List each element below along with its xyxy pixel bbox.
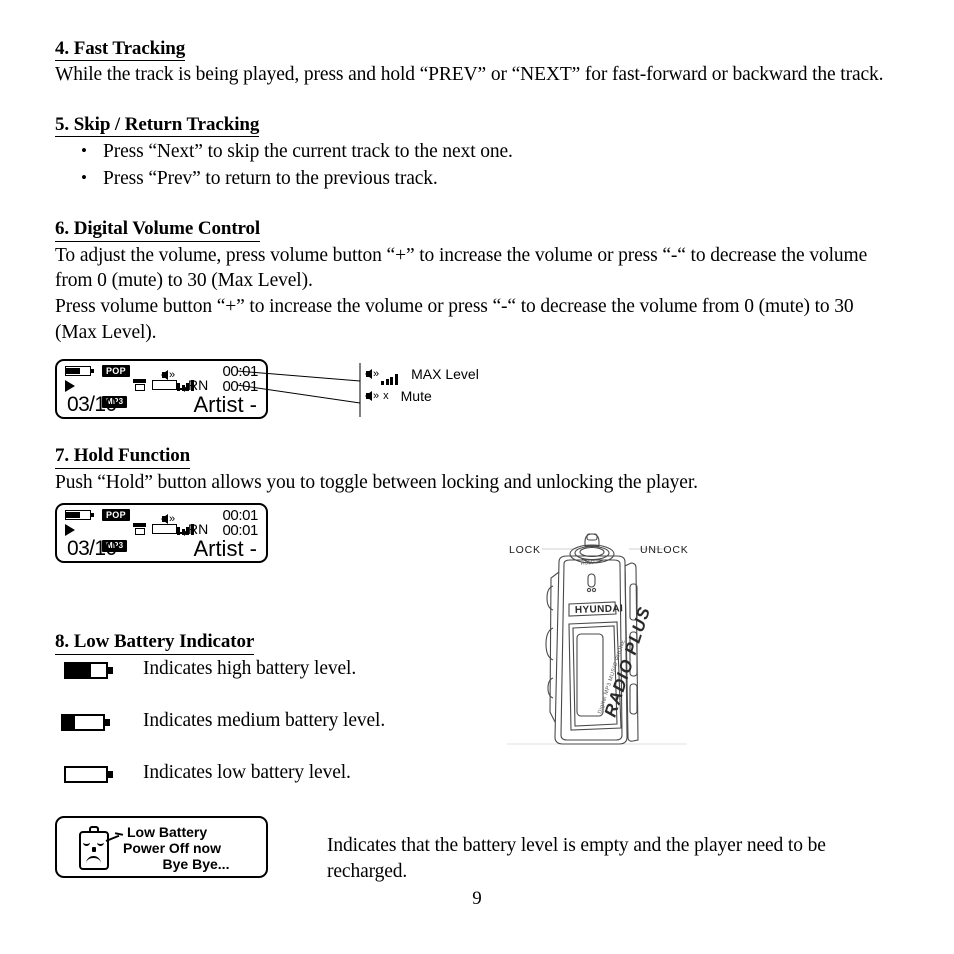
equalizer-tag: POP xyxy=(102,509,130,522)
speaker-max-icon xyxy=(365,369,372,380)
track-counter: 03/10 xyxy=(67,537,117,561)
section-8-heading-wrap: 8. Low Battery Indicator xyxy=(55,631,900,655)
play-icon xyxy=(65,380,75,393)
list-item: Press “Prev” to return to the previous t… xyxy=(81,164,900,192)
battery-level-row-high: Indicates high battery level. xyxy=(55,656,900,708)
warning-line-3: Bye Bye... xyxy=(162,855,230,872)
equalizer-tag: POP xyxy=(102,365,130,378)
callout-label: MAX Level xyxy=(411,366,479,383)
track-counter: 03/10 xyxy=(67,393,117,417)
list-item: Press “Next” to skip the current track t… xyxy=(81,137,900,165)
battery-low-icon xyxy=(64,765,113,783)
callout-label: Mute xyxy=(400,388,432,405)
battery-outline-icon xyxy=(152,524,180,535)
battery-high-icon xyxy=(64,661,113,679)
page-content: 4. Fast Tracking While the track is bein… xyxy=(55,38,900,878)
lcd-bottom-row: 03/10 Artist - xyxy=(57,536,266,564)
volume-bars-full-icon xyxy=(381,369,399,385)
section-5-heading: 5. Skip / Return Tracking xyxy=(55,114,259,138)
unlock-label: UNLOCK xyxy=(640,544,689,556)
low-battery-description: Indicates that the battery level is empt… xyxy=(327,835,826,882)
section-6-heading-wrap: 6. Digital Volume Control xyxy=(55,218,900,242)
play-icon xyxy=(65,524,75,537)
section-6-paragraph-2: Press volume button “+” to increase the … xyxy=(55,296,854,343)
manual-page: 4. Fast Tracking While the track is bein… xyxy=(0,0,954,954)
sound-waves-icon: » xyxy=(373,368,380,381)
low-battery-message: Low Battery Power Off now Bye Bye... xyxy=(123,824,263,872)
section-7-paragraph: Push “Hold” button allows you to toggle … xyxy=(55,471,698,493)
volume-illustration: POP » 00:01 MP3 RN 00:01 03/10 Artist - … xyxy=(55,359,900,431)
battery-level-label: Indicates high battery level. xyxy=(143,657,357,679)
sad-battery-character-icon xyxy=(79,825,124,870)
lcd-display-hold: POP » 00:01 MP3 RN 00:01 03/10 Artist - xyxy=(55,503,268,564)
repeat-mode-label: RN xyxy=(188,521,209,538)
battery-level-label: Indicates low battery level. xyxy=(143,761,351,783)
player-device-illustration: LOCK UNLOCK HOLD HYUNDAI RADIO PLUS Digi… xyxy=(497,532,697,760)
mute-cross-icon: x xyxy=(383,390,389,403)
folder-icon xyxy=(133,379,146,392)
section-6-paragraph-1: To adjust the volume, press volume butto… xyxy=(55,244,868,292)
artist-text: Artist - xyxy=(193,536,257,562)
section-7-heading-wrap: 7. Hold Function xyxy=(55,445,900,469)
battery-medium-icon xyxy=(61,713,110,731)
volume-callout-labels: » MAX Level » x Mute xyxy=(365,363,479,407)
page-number: 9 xyxy=(472,888,482,909)
folder-icon xyxy=(133,523,146,536)
section-8-heading: 8. Low Battery Indicator xyxy=(55,631,254,655)
section-4-paragraph: While the track is being played, press a… xyxy=(55,64,884,86)
section-4-heading-wrap: 4. Fast Tracking xyxy=(55,38,900,62)
device-line-drawing: LOCK UNLOCK HOLD HYUNDAI RADIO PLUS Digi… xyxy=(507,533,689,745)
low-battery-warning-box: Low Battery Power Off now Bye Bye... xyxy=(55,815,268,878)
section-6-heading: 6. Digital Volume Control xyxy=(55,218,260,242)
callout-mute: » x Mute xyxy=(365,385,479,407)
skip-return-bullet-list: Press “Next” to skip the current track t… xyxy=(55,137,900,192)
section-4-heading: 4. Fast Tracking xyxy=(55,38,185,62)
battery-level-row-low: Indicates low battery level. xyxy=(55,760,900,812)
sound-waves-icon: » xyxy=(373,390,380,403)
speaker-mute-icon xyxy=(365,391,372,402)
hold-label: HOLD xyxy=(581,560,596,567)
battery-high-icon xyxy=(65,366,94,377)
section-7-heading: 7. Hold Function xyxy=(55,445,190,469)
lock-label: LOCK xyxy=(509,544,541,556)
battery-high-icon xyxy=(65,510,94,521)
arrow-icon xyxy=(177,386,188,392)
callout-max-level: » MAX Level xyxy=(365,363,479,385)
arrow-icon xyxy=(177,530,188,536)
callout-leader-lines xyxy=(236,363,361,418)
repeat-mode-label: RN xyxy=(188,377,209,394)
battery-outline-icon xyxy=(152,380,180,391)
section-5-heading-wrap: 5. Skip / Return Tracking xyxy=(55,114,900,138)
brand-label: HYUNDAI xyxy=(575,603,624,616)
warning-line-1: Low Battery xyxy=(127,823,208,840)
battery-level-label: Indicates medium battery level. xyxy=(143,709,386,731)
warning-line-2: Power Off now xyxy=(123,839,221,856)
battery-level-row-medium: Indicates medium battery level. xyxy=(55,708,900,760)
lcd-top-row: POP » 00:01 xyxy=(57,507,266,536)
